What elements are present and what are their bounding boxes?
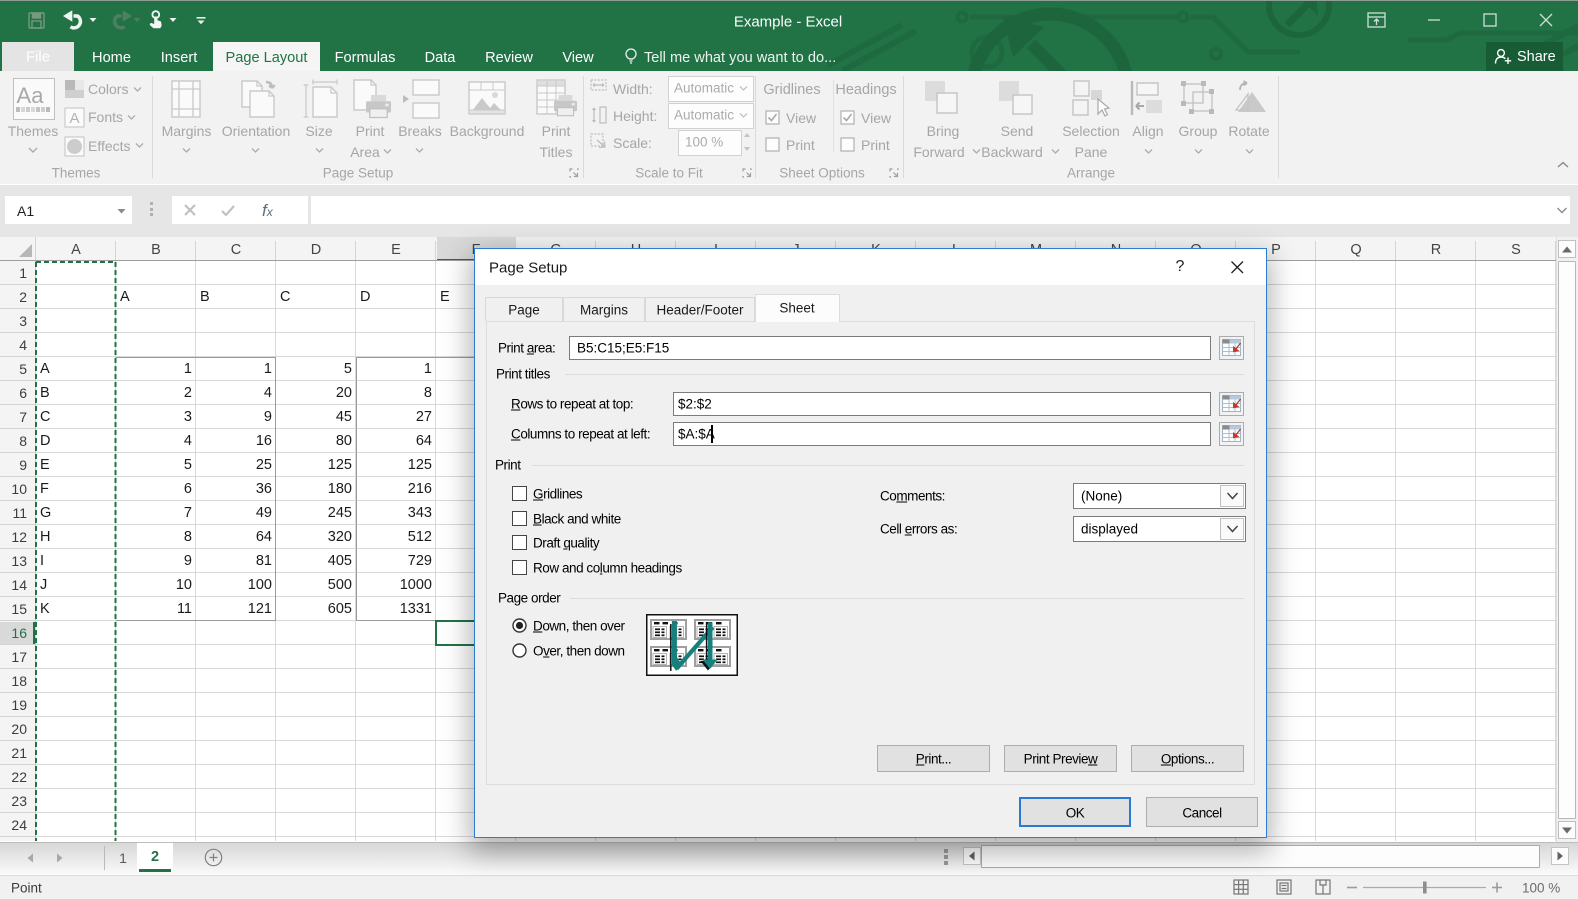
svg-text:A: A [69, 110, 79, 127]
